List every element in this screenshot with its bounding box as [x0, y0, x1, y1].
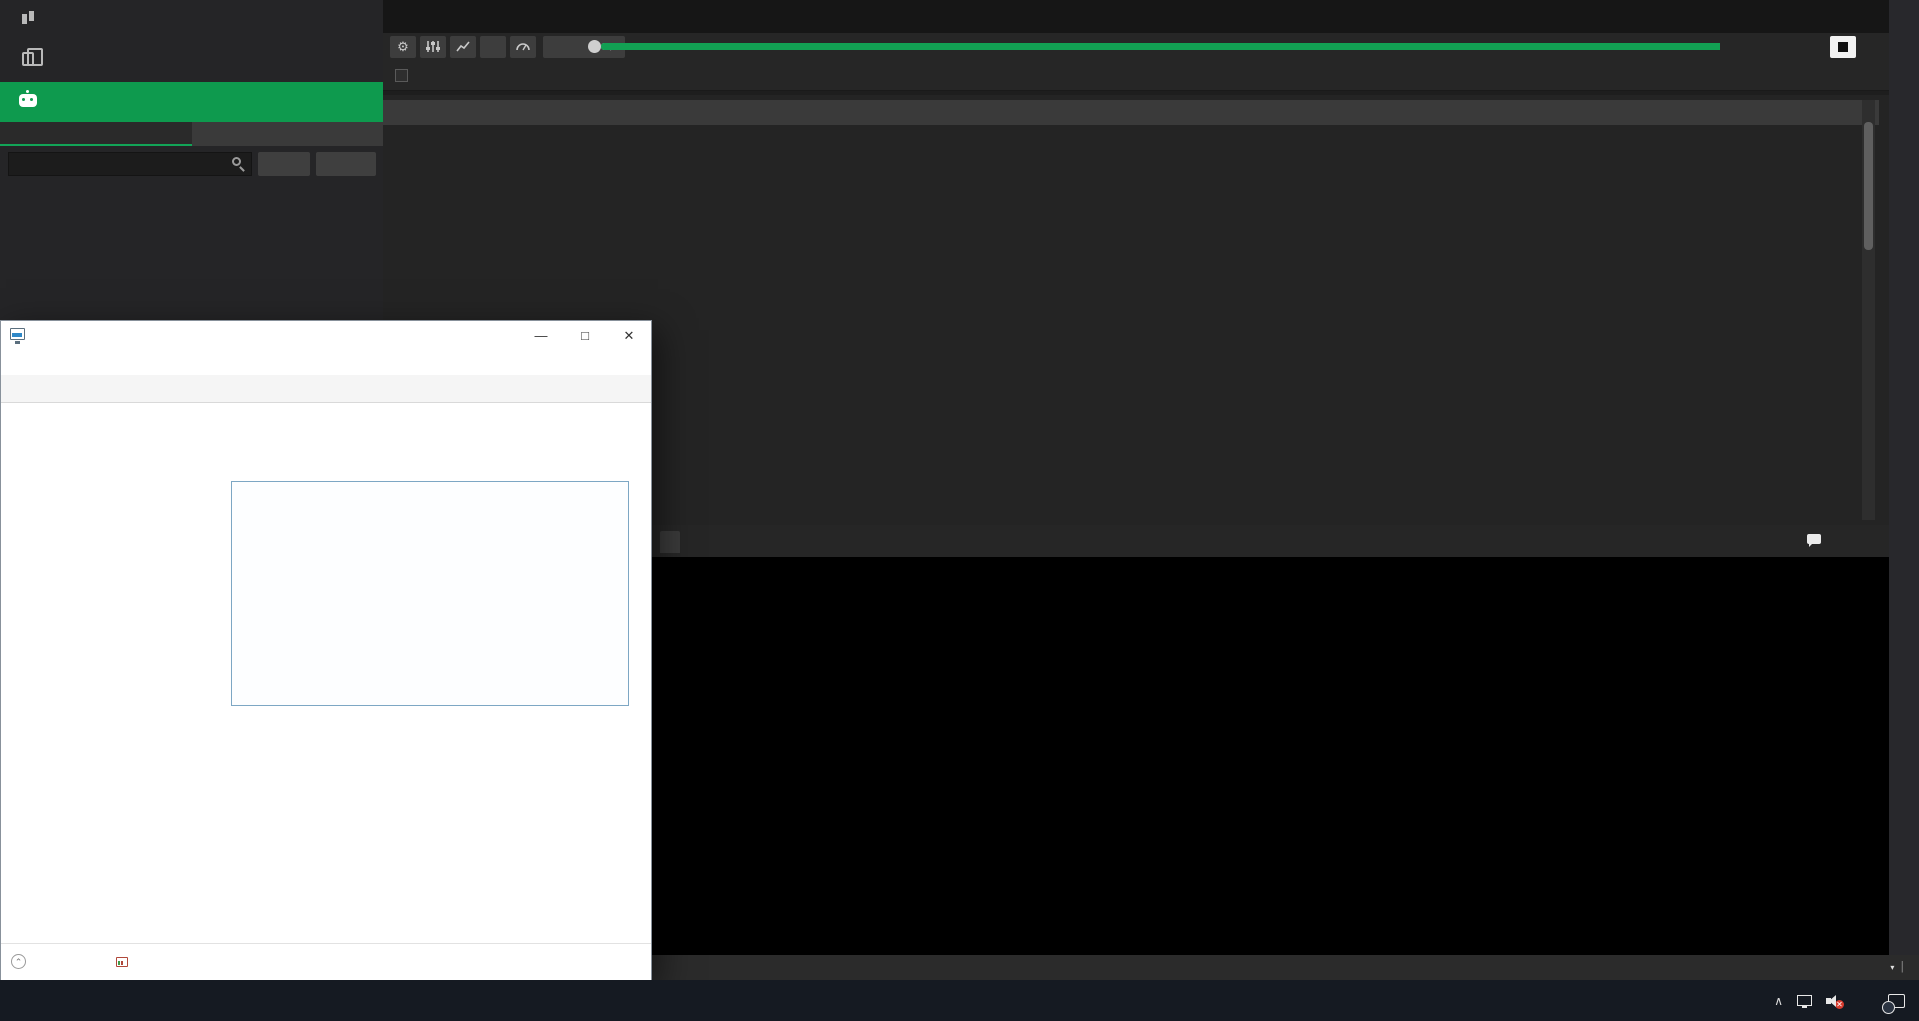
progress-slider-handle[interactable]: [588, 40, 601, 53]
tm-footer: ⌃: [1, 943, 651, 981]
tm-tabs: [1, 375, 651, 403]
line-chart-icon: [456, 40, 470, 53]
tab-indicators[interactable]: [192, 122, 384, 146]
resource-monitor-icon: [116, 957, 128, 967]
copy-icon: [0, 52, 56, 69]
windows-taskbar: ∧ ✕: [0, 980, 1919, 1021]
chart-tools-strip: [1889, 0, 1919, 955]
cbot-search-input[interactable]: [8, 152, 252, 176]
tray-chevron-icon[interactable]: ∧: [1774, 994, 1783, 1008]
open-resource-monitor-link[interactable]: [116, 955, 133, 969]
tab-parameters[interactable]: [660, 531, 680, 553]
gear-icon: ⚙: [397, 39, 409, 54]
separator: |: [1898, 961, 1907, 973]
chart-mode-button[interactable]: [450, 36, 476, 58]
stop-all-button[interactable]: [316, 152, 376, 176]
tm-cpu-graph[interactable]: [231, 481, 629, 706]
close-button[interactable]: ✕: [607, 321, 651, 351]
tab-cbots[interactable]: [0, 122, 192, 146]
timezone-select[interactable]: ▾: [1890, 961, 1894, 973]
sidebar-item-automate[interactable]: [0, 82, 383, 122]
equity-curve-chart[interactable]: [652, 557, 1889, 955]
sliders-icon: [426, 40, 440, 53]
workspace-tabs: [383, 0, 1889, 33]
task-manager-icon: [10, 328, 25, 340]
sidebar-item-trade[interactable]: [0, 0, 383, 40]
task-manager-window: — □ ✕ ⌃: [0, 320, 652, 980]
volume-muted-icon[interactable]: ✕: [1826, 994, 1842, 1008]
system-tray: ∧ ✕: [1774, 980, 1919, 1021]
settings-button[interactable]: ⚙: [390, 36, 416, 58]
minimize-button[interactable]: —: [519, 321, 563, 351]
gauge-button[interactable]: [510, 36, 536, 58]
optimization-toolbar: ⚙ ▾: [383, 33, 1889, 61]
autoselect-checkbox[interactable]: [395, 69, 408, 82]
genetic-algorithm-button[interactable]: [480, 36, 506, 58]
candlestick-icon: [0, 11, 56, 30]
parameters-button[interactable]: [420, 36, 446, 58]
maximize-button[interactable]: □: [563, 321, 607, 351]
scrollbar-thumb[interactable]: [1864, 122, 1873, 250]
table-header: [383, 100, 1879, 125]
table-scrollbar[interactable]: [1862, 100, 1875, 520]
sidebar-tabs: [0, 122, 383, 146]
chevron-up-icon: ⌃: [11, 954, 26, 969]
feedback-button[interactable]: [1801, 533, 1821, 545]
search-icon: [232, 157, 241, 166]
sidebar-item-copy[interactable]: [0, 40, 383, 80]
new-cbot-button[interactable]: [258, 152, 310, 176]
network-icon[interactable]: [1797, 995, 1812, 1006]
gauge-icon: [516, 40, 530, 52]
tm-titlebar[interactable]: — □ ✕: [1, 321, 651, 351]
robot-icon: [0, 94, 56, 110]
optimization-progress-bar[interactable]: [601, 43, 1720, 50]
stop-optimization-button[interactable]: [1830, 36, 1856, 58]
optimization-status-row: [383, 61, 1889, 91]
feedback-bubble-icon: [1807, 534, 1821, 544]
tm-menubar: [1, 351, 651, 375]
action-center-icon[interactable]: [1888, 994, 1905, 1008]
progress-fill: [601, 43, 1720, 50]
notification-badge: [1882, 1001, 1895, 1014]
desktop: ⚙ ▾ ▾ |: [0, 0, 1919, 1021]
